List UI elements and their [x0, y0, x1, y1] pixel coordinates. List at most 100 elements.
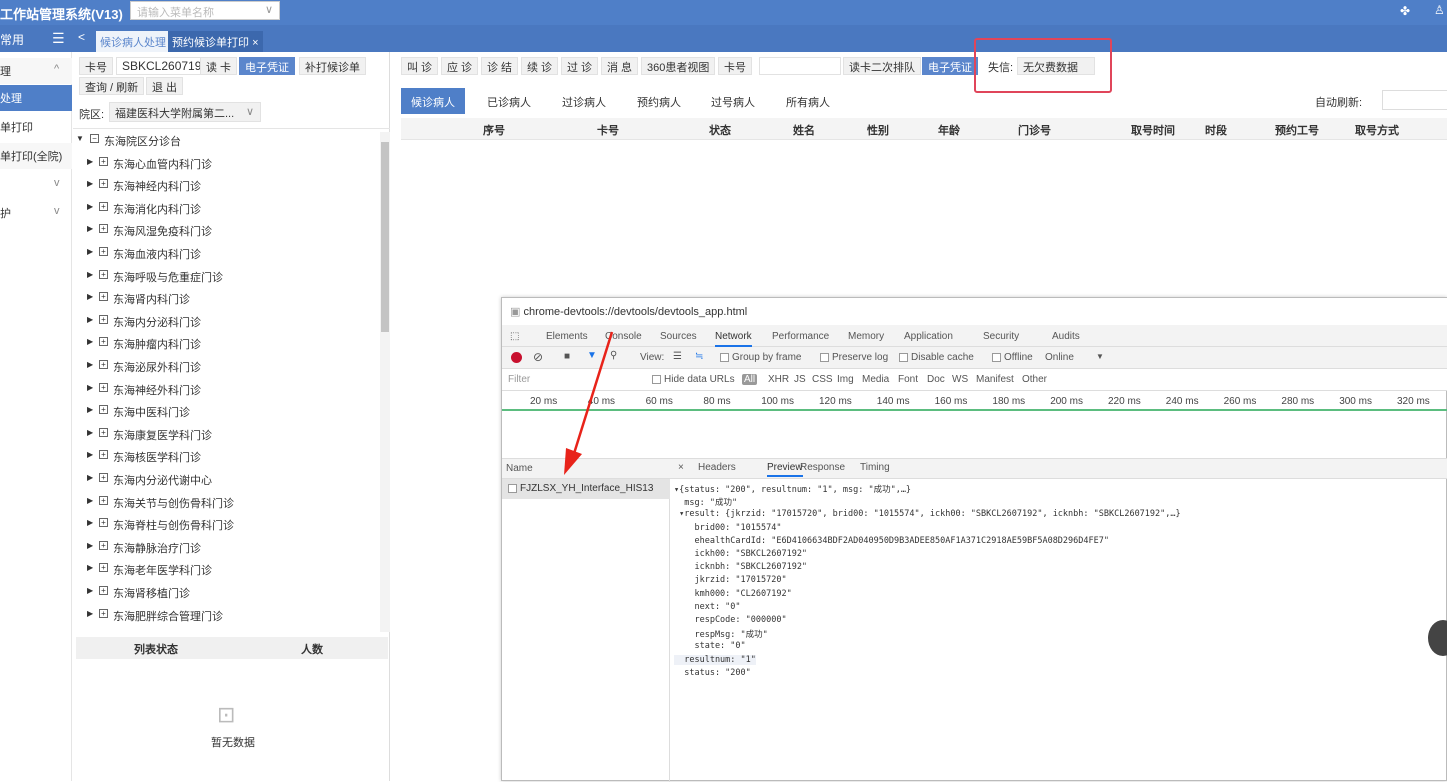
- tree-item[interactable]: ▶ + 东海肾内科门诊: [73, 288, 378, 310]
- filter-type-all[interactable]: All: [742, 374, 758, 385]
- toolbar-button[interactable]: 应 诊: [441, 57, 479, 75]
- scrollbar-thumb[interactable]: [381, 142, 389, 332]
- tree-item[interactable]: ▶ + 东海血液内科门诊: [73, 243, 378, 265]
- tree-item[interactable]: ▶ + 东海核医学科门诊: [73, 446, 378, 468]
- tree-item[interactable]: ▶ + 东海中医科门诊: [73, 401, 378, 423]
- tree-item[interactable]: ▶ + 东海老年医学科门诊: [73, 559, 378, 581]
- exit-button[interactable]: 退 出: [146, 77, 184, 95]
- patient-tab[interactable]: 已诊病人: [477, 88, 541, 114]
- tree-item[interactable]: ▶ + 东海心血管内科门诊: [73, 153, 378, 175]
- column-header[interactable]: 卡号: [597, 122, 619, 138]
- detail-tab-headers[interactable]: Headers: [698, 462, 736, 473]
- reprint-button[interactable]: 补打候诊单: [299, 57, 366, 75]
- detail-tab-timing[interactable]: Timing: [860, 462, 890, 473]
- overview-area[interactable]: [502, 413, 1447, 459]
- filter-type-img[interactable]: Img: [837, 374, 854, 385]
- filter-type-media[interactable]: Media: [862, 374, 889, 385]
- e-voucher-button[interactable]: 电子凭证: [239, 57, 295, 75]
- offline-checkbox[interactable]: Offline: [992, 352, 1033, 363]
- toolbar-button[interactable]: 360患者视图: [641, 57, 716, 75]
- sidebar-item-group[interactable]: 理 ^: [0, 58, 72, 84]
- sidebar-item-print[interactable]: 单打印: [0, 114, 72, 140]
- list-view-icon[interactable]: ☰: [673, 351, 682, 362]
- filter-input[interactable]: Filter: [508, 374, 530, 385]
- tree-item[interactable]: ▶ + 东海康复医学科门诊: [73, 424, 378, 446]
- sidebar-item-maintain[interactable]: 护v: [0, 200, 72, 226]
- devtools-tab[interactable]: Memory: [848, 331, 884, 342]
- query-refresh-button[interactable]: 查询 / 刷新: [79, 77, 145, 95]
- toolbar-button[interactable]: 过 诊: [561, 57, 599, 75]
- tree-item[interactable]: ▶ + 东海呼吸与危重症门诊: [73, 266, 378, 288]
- request-row[interactable]: FJZLSX_YH_Interface_HIS13: [502, 479, 670, 499]
- column-header[interactable]: 姓名: [793, 122, 815, 138]
- tab-waiting-patients[interactable]: 候诊病人处理: [96, 31, 170, 52]
- tree-item[interactable]: ▶ + 东海内分泌科门诊: [73, 311, 378, 333]
- tree-item[interactable]: ▶ + 东海风湿免疫科门诊: [73, 220, 378, 242]
- tree-item[interactable]: ▶ + 东海静脉治疗门诊: [73, 537, 378, 559]
- devtools-tab[interactable]: Performance: [772, 331, 829, 342]
- close-icon[interactable]: ×: [678, 462, 684, 473]
- read-card-button[interactable]: 读 卡: [200, 57, 238, 75]
- patient-tab[interactable]: 候诊病人: [401, 88, 465, 114]
- tree-item[interactable]: ▶ + 东海内分泌代谢中心: [73, 469, 378, 491]
- column-header[interactable]: 序号: [483, 122, 505, 138]
- json-line[interactable]: ▾result: {jkrzid: "17015720", brid00: "1…: [674, 509, 1181, 519]
- skin-icon[interactable]: ✤: [1400, 4, 1410, 18]
- hide-data-urls-checkbox[interactable]: Hide data URLs: [652, 374, 735, 385]
- devtools-tab[interactable]: Network: [715, 331, 752, 347]
- sidebar-item-collapsed[interactable]: v: [0, 172, 72, 198]
- tab-appointment-print[interactable]: 预约候诊单打印 ×: [168, 31, 263, 52]
- close-icon[interactable]: ×: [252, 37, 258, 49]
- campus-select[interactable]: 福建医科大学附属第二... ∨: [109, 102, 261, 122]
- filter-type-font[interactable]: Font: [898, 374, 918, 385]
- detail-tab-response[interactable]: Response: [800, 462, 845, 473]
- devtools-tab[interactable]: Sources: [660, 331, 697, 342]
- tree-item[interactable]: ▶ + 东海脊柱与创伤骨科门诊: [73, 514, 378, 536]
- clear-icon[interactable]: ⊘: [533, 350, 543, 364]
- e-voucher-button[interactable]: 电子凭证: [922, 57, 978, 75]
- column-header[interactable]: 取号时间: [1131, 122, 1175, 138]
- devtools-tab[interactable]: Audits: [1052, 331, 1080, 342]
- user-icon[interactable]: ♙: [1434, 3, 1445, 17]
- sidebar-item-print-all[interactable]: 单打印(全院): [0, 143, 72, 169]
- column-header[interactable]: 状态: [709, 122, 731, 138]
- sidebar-item-waiting[interactable]: 处理: [0, 85, 72, 111]
- toolbar-button[interactable]: 续 诊: [521, 57, 559, 75]
- filter-type-css[interactable]: CSS: [812, 374, 833, 385]
- tree-item[interactable]: ▶ + 东海肿瘤内科门诊: [73, 333, 378, 355]
- column-header[interactable]: 年龄: [938, 122, 960, 138]
- disable-cache-checkbox[interactable]: Disable cache: [899, 352, 974, 363]
- column-header[interactable]: 时段: [1205, 122, 1227, 138]
- json-line[interactable]: ▾{status: "200", resultnum: "1", msg: "成…: [674, 483, 911, 495]
- filter-type-ws[interactable]: WS: [952, 374, 968, 385]
- filter-type-js[interactable]: JS: [794, 374, 806, 385]
- column-header[interactable]: 预约工号: [1275, 122, 1319, 138]
- tree-item[interactable]: ▶ + 东海关节与创伤骨科门诊: [73, 492, 378, 514]
- patient-tab[interactable]: 所有病人: [776, 88, 840, 114]
- filter-type-other[interactable]: Other: [1022, 374, 1047, 385]
- read-card-requeue-button[interactable]: 读卡二次排队: [843, 57, 921, 75]
- toolbar-button[interactable]: 诊 结: [481, 57, 519, 75]
- tree-item[interactable]: ▶ + 东海肾移植门诊: [73, 582, 378, 604]
- card-number-input[interactable]: SBKCL260719: [116, 57, 208, 75]
- toolbar-button[interactable]: 叫 诊: [401, 57, 439, 75]
- preserve-log-checkbox[interactable]: Preserve log: [820, 352, 888, 363]
- tree-item[interactable]: ▶ + 东海泌尿外科门诊: [73, 356, 378, 378]
- tree-item[interactable]: ▶ + 东海神经外科门诊: [73, 379, 378, 401]
- tree-item[interactable]: ▶ + 东海肥胖综合管理门诊: [73, 605, 378, 627]
- patient-tab[interactable]: 过诊病人: [552, 88, 616, 114]
- group-by-frame-checkbox[interactable]: Group by frame: [720, 352, 801, 363]
- tree-item[interactable]: ▶ + 东海神经内科门诊: [73, 175, 378, 197]
- dropdown-icon[interactable]: ▼: [1096, 352, 1104, 361]
- menu-search-input[interactable]: 请输入菜单名称 ∨: [130, 1, 280, 20]
- devtools-tab[interactable]: Security: [983, 331, 1019, 342]
- tabs-back-button[interactable]: <: [78, 30, 85, 44]
- tree-item[interactable]: ▶ + 东海消化内科门诊: [73, 198, 378, 220]
- filter-type-doc[interactable]: Doc: [927, 374, 945, 385]
- auto-refresh-input[interactable]: [1382, 90, 1447, 110]
- tree-root[interactable]: ▼ − 东海院区分诊台: [73, 130, 378, 152]
- detail-tab-preview[interactable]: Preview: [767, 462, 803, 477]
- record-icon[interactable]: [511, 352, 522, 363]
- column-header[interactable]: 性别: [867, 122, 889, 138]
- devtools-tab[interactable]: Application: [904, 331, 953, 342]
